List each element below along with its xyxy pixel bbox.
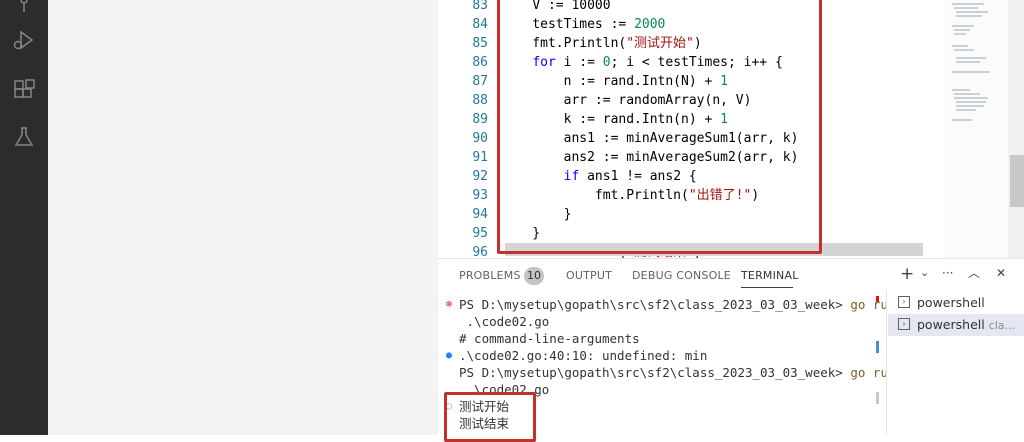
terminal-dropdown-icon[interactable]: ⌄ [920,266,929,279]
tab-debug-console[interactable]: DEBUG CONSOLE [632,269,731,282]
line-number: 88 [472,93,488,108]
line-number: 84 [472,17,488,32]
command-success-icon: ● [446,350,453,361]
line-number: 94 [472,207,488,222]
terminal-item-1[interactable]: › powershell [888,292,1024,314]
run-debug-icon[interactable] [12,28,36,52]
terminal-item-label: powershell cla... [917,317,1016,332]
editor-scroll-thumb[interactable] [1010,155,1024,207]
close-panel-icon[interactable]: ✕ [996,266,1006,280]
active-tab-indicator [741,287,793,288]
activity-bar [0,0,48,435]
code-highlight-box [497,0,822,254]
terminal-line: PS D:\mysetup\gopath\src\sf2\class_2023_… [459,365,896,380]
terminal-line: # command-line-arguments [459,331,640,346]
terminal-error-marker [876,296,879,302]
terminal-item-2[interactable]: › powershell cla... [888,314,1024,336]
line-number: 90 [472,131,488,146]
minimap[interactable] [944,0,1008,258]
line-number: 86 [472,55,488,70]
more-actions-icon[interactable]: ··· [942,266,953,280]
line-number: 85 [472,36,488,51]
testing-flask-icon[interactable] [12,125,36,149]
line-number: 92 [472,169,488,184]
line-number: 96 [472,245,488,258]
terminal-item-label: powershell [917,295,985,310]
command-error-icon: ⊗ [446,299,453,310]
tab-terminal[interactable]: TERMINAL [741,269,799,282]
terminal-icon: › [898,318,910,330]
extensions-icon[interactable] [12,78,36,102]
terminal-line: .\code02.go:40:10: undefined: min [459,348,708,363]
line-number: 87 [472,74,488,89]
maximize-panel-icon[interactable]: ︿ [968,264,980,281]
problems-count-badge: 10 [524,267,544,285]
line-number: 91 [472,150,488,165]
terminal-icon: › [898,296,910,308]
minimap-preview [952,3,990,121]
tab-output[interactable]: OUTPUT [566,269,612,282]
terminal-line: .\code02.go [459,314,550,329]
terminal-scroll-marker-2 [876,392,879,404]
line-number: 93 [472,188,488,203]
new-terminal-plus-icon[interactable]: + [900,264,914,284]
terminal-line: PS D:\mysetup\gopath\src\sf2\class_2023_… [459,297,896,312]
tab-problems[interactable]: PROBLEMS [459,269,521,282]
line-number: 95 [472,226,488,241]
sidebar-area [48,0,438,435]
line-number: 83 [472,0,488,13]
editor-vertical-scrollbar[interactable] [1008,0,1024,258]
source-control-icon[interactable] [12,0,36,18]
terminal-scroll-marker [876,341,879,353]
line-number: 89 [472,112,488,127]
